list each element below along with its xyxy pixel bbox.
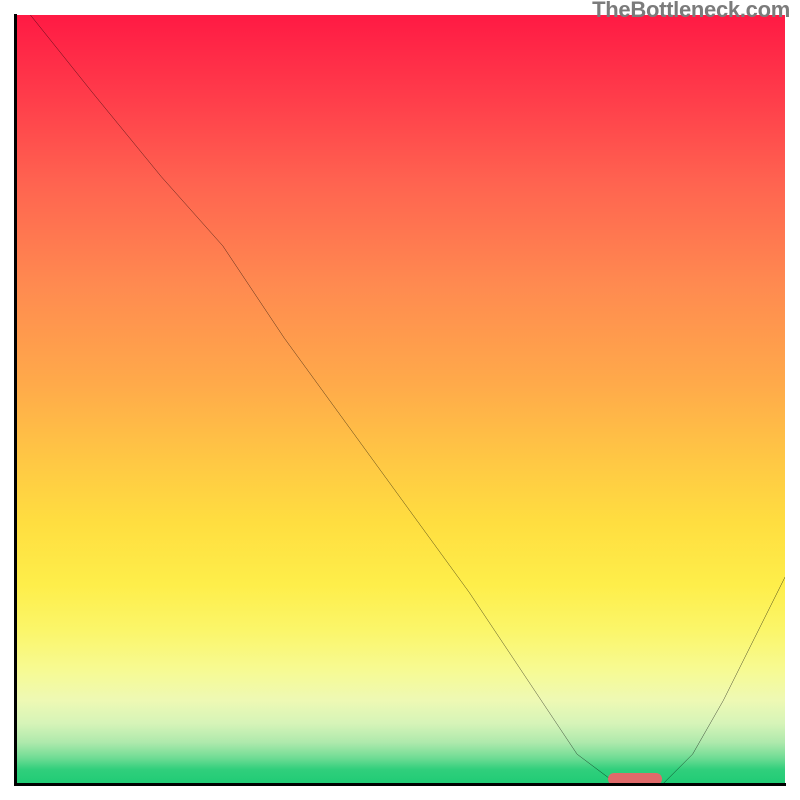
target-range-marker [608, 773, 662, 785]
bottleneck-plot: TheBottleneck.com [0, 0, 800, 800]
heat-gradient [15, 15, 785, 785]
watermark-text: TheBottleneck.com [592, 0, 790, 23]
